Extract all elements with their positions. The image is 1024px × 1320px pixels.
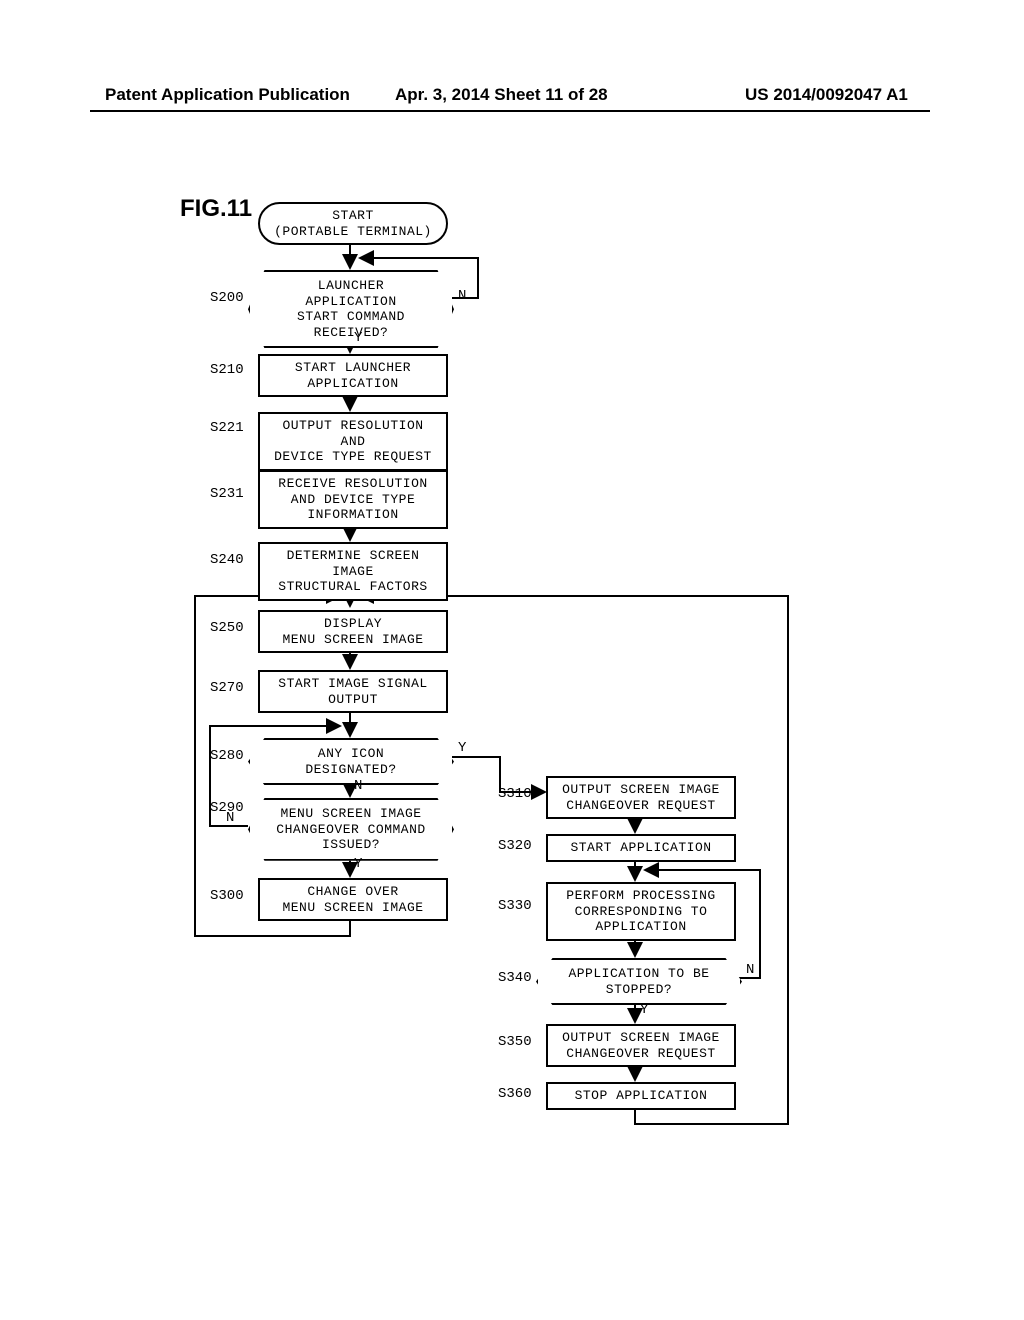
label-s240: S240 xyxy=(210,552,244,568)
node-s250: DISPLAYMENU SCREEN IMAGE xyxy=(258,610,448,653)
page: Patent Application Publication Apr. 3, 2… xyxy=(0,0,1024,1320)
s280-n: N xyxy=(354,778,362,794)
label-s350: S350 xyxy=(498,1034,532,1050)
node-start: START(PORTABLE TERMINAL) xyxy=(258,202,448,245)
label-s320: S320 xyxy=(498,838,532,854)
node-s200: LAUNCHER APPLICATIONSTART COMMANDRECEIVE… xyxy=(248,270,454,348)
node-s280: ANY ICONDESIGNATED? xyxy=(248,738,454,785)
header-rule xyxy=(90,110,930,112)
node-s290: MENU SCREEN IMAGECHANGEOVER COMMANDISSUE… xyxy=(248,798,454,861)
node-s240: DETERMINE SCREEN IMAGESTRUCTURAL FACTORS xyxy=(258,542,448,601)
label-s221: S221 xyxy=(210,420,244,436)
s290-y: Y xyxy=(354,856,362,872)
label-s250: S250 xyxy=(210,620,244,636)
node-s360: STOP APPLICATION xyxy=(546,1082,736,1110)
label-s340: S340 xyxy=(498,970,532,986)
node-s320: START APPLICATION xyxy=(546,834,736,862)
label-s360: S360 xyxy=(498,1086,532,1102)
node-s340: APPLICATION TO BESTOPPED? xyxy=(536,958,742,1005)
header-right: US 2014/0092047 A1 xyxy=(745,85,908,105)
flowchart-lines xyxy=(0,0,1024,1320)
figure-label: FIG.11 xyxy=(180,195,252,223)
node-s270: START IMAGE SIGNALOUTPUT xyxy=(258,670,448,713)
label-s210: S210 xyxy=(210,362,244,378)
label-s300: S300 xyxy=(210,888,244,904)
node-s231: RECEIVE RESOLUTIONAND DEVICE TYPEINFORMA… xyxy=(258,470,448,529)
node-s221: OUTPUT RESOLUTION ANDDEVICE TYPE REQUEST xyxy=(258,412,448,471)
s340-y: Y xyxy=(640,1002,648,1018)
s290-n: N xyxy=(226,810,234,826)
node-s210: START LAUNCHERAPPLICATION xyxy=(258,354,448,397)
header-center: Apr. 3, 2014 Sheet 11 of 28 xyxy=(395,85,608,105)
label-s280: S280 xyxy=(210,748,244,764)
label-s231: S231 xyxy=(210,486,244,502)
header-left: Patent Application Publication xyxy=(105,85,350,105)
node-s310: OUTPUT SCREEN IMAGECHANGEOVER REQUEST xyxy=(546,776,736,819)
label-s310: S310 xyxy=(498,786,532,802)
node-s330: PERFORM PROCESSINGCORRESPONDING TOAPPLIC… xyxy=(546,882,736,941)
label-s330: S330 xyxy=(498,898,532,914)
label-s200: S200 xyxy=(210,290,244,306)
label-s270: S270 xyxy=(210,680,244,696)
node-s300: CHANGE OVERMENU SCREEN IMAGE xyxy=(258,878,448,921)
node-s350: OUTPUT SCREEN IMAGECHANGEOVER REQUEST xyxy=(546,1024,736,1067)
s280-y: Y xyxy=(458,740,466,756)
s200-n: N xyxy=(458,288,466,304)
s340-n: N xyxy=(746,962,754,978)
s200-y: Y xyxy=(354,330,362,346)
